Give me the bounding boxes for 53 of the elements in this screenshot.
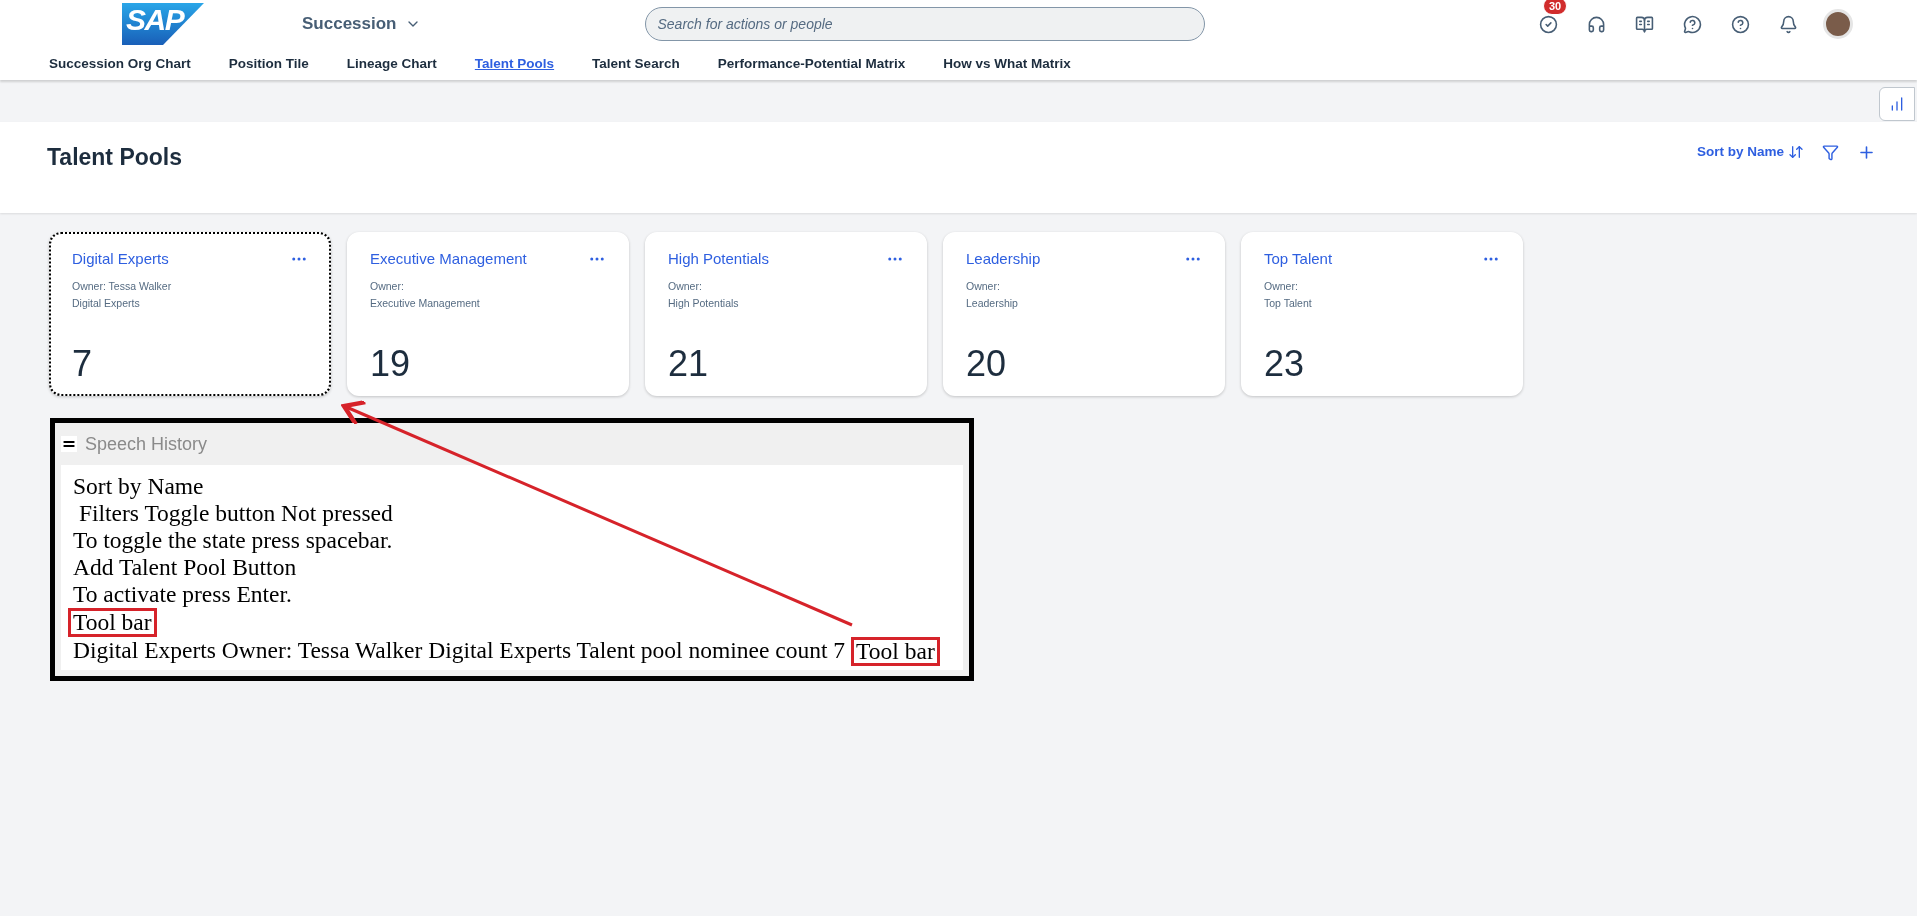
- card-subtitle: Digital Experts: [72, 296, 141, 312]
- card-title[interactable]: Executive Management: [370, 248, 527, 271]
- nav-tab[interactable]: How vs What Matrix: [943, 53, 1071, 75]
- speech-line: Add Talent Pool Button: [73, 554, 297, 581]
- nominee-count: 23: [1264, 346, 1306, 382]
- search-field[interactable]: Search for actions or people: [644, 7, 1205, 41]
- nav-tab[interactable]: Lineage Chart: [346, 53, 437, 75]
- sap-logo[interactable]: SAP: [122, 3, 204, 45]
- card-owner: Owner: Tessa Walker: [72, 278, 173, 294]
- app-menu[interactable]: Succession: [302, 11, 421, 37]
- card-subtitle: High Potentials: [668, 296, 740, 312]
- nav-tab[interactable]: Talent Pools: [474, 53, 555, 75]
- card-owner: Owner:: [668, 278, 703, 294]
- talent-pool-card[interactable]: Executive Management Owner: Executive Management 19: [347, 232, 629, 396]
- card-subtitle: Executive Management: [370, 296, 481, 312]
- speech-line: Filters Toggle button Not pressed: [77, 500, 393, 527]
- highlighted-text: Tool bar: [851, 637, 940, 666]
- nominee-count: 7: [72, 346, 94, 382]
- card-owner: Owner:: [370, 278, 405, 294]
- nav-tab[interactable]: Talent Search: [592, 53, 680, 75]
- nav-tab[interactable]: Succession Org Chart: [49, 53, 191, 75]
- card-owner: Owner:: [1264, 278, 1299, 294]
- card-title[interactable]: Digital Experts: [72, 248, 169, 271]
- filter-icon[interactable]: [1822, 143, 1839, 161]
- menu-icon[interactable]: [61, 436, 77, 452]
- panel-title: Speech History: [85, 432, 208, 456]
- card-title[interactable]: High Potentials: [668, 248, 769, 271]
- page-title: Talent Pools: [47, 143, 183, 172]
- highlighted-text: Tool bar: [68, 608, 157, 637]
- analytics-button[interactable]: [1879, 87, 1915, 121]
- bar-chart-icon: [1889, 96, 1905, 112]
- card-subtitle: Leadership: [966, 296, 1019, 312]
- nominee-count: 19: [370, 346, 412, 382]
- nominee-count: 20: [966, 346, 1008, 382]
- nav-tab[interactable]: Performance-Potential Matrix: [717, 53, 906, 75]
- talent-pool-card[interactable]: Top Talent Owner: Top Talent 23: [1241, 232, 1523, 396]
- card-subtitle: Top Talent: [1264, 296, 1313, 312]
- speech-line: To toggle the state press spacebar.: [73, 527, 393, 554]
- speech-line: Sort by Name: [73, 473, 204, 500]
- sort-icon: [1788, 144, 1804, 161]
- speech-line: Digital Experts Owner: Tessa Walker Digital Experts Talent pool nominee count 7: [73, 637, 846, 665]
- nominee-count: 21: [668, 346, 710, 382]
- card-title[interactable]: Leadership: [966, 248, 1041, 271]
- talent-pool-card[interactable]: Leadership Owner: Leadership 20: [943, 232, 1225, 396]
- nav-tab[interactable]: Position Tile: [228, 53, 309, 75]
- card-owner: Owner:: [966, 278, 1001, 294]
- talent-pool-card[interactable]: Digital Experts Owner: Tessa Walker Digital Experts 7: [49, 232, 331, 396]
- avatar[interactable]: [1823, 9, 1853, 39]
- speech-line: To activate press Enter.: [73, 581, 292, 608]
- notification-badge: 30: [1543, 0, 1568, 15]
- talent-pool-card[interactable]: High Potentials Owner: High Potentials 21: [645, 232, 927, 396]
- sort-button[interactable]: Sort by Name: [1696, 142, 1804, 163]
- card-title[interactable]: Top Talent: [1264, 248, 1333, 271]
